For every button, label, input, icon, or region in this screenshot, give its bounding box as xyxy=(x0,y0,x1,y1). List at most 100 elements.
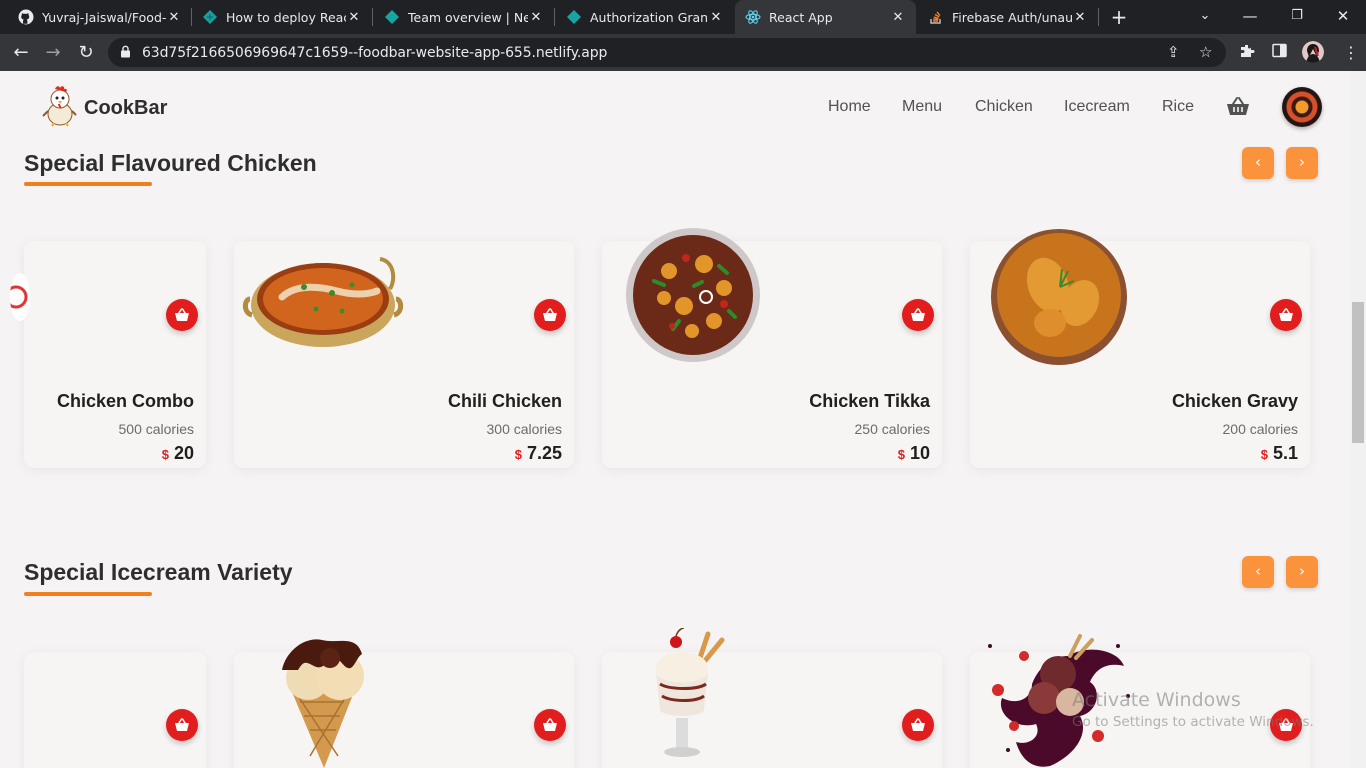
add-to-cart-button[interactable] xyxy=(166,299,198,331)
icecream-cone-image xyxy=(270,630,376,768)
browser-tab-strip: Yuvraj-Jaiswal/Food-D ✕ How to deploy Re… xyxy=(0,0,1366,34)
scroll-right-button[interactable]: › xyxy=(1286,147,1318,179)
item-price: $7.25 xyxy=(515,443,562,464)
close-icon[interactable]: ✕ xyxy=(166,10,182,25)
browser-tab[interactable]: Authorization Granted ✕ xyxy=(556,0,734,34)
item-calories: 300 calories xyxy=(486,421,563,437)
scrollbar-thumb[interactable] xyxy=(1352,302,1364,443)
close-icon[interactable]: ✕ xyxy=(708,10,724,25)
forward-icon[interactable]: → xyxy=(41,41,65,65)
close-icon[interactable]: ✕ xyxy=(890,10,906,25)
netlify-icon xyxy=(566,9,582,25)
minimize-icon[interactable]: — xyxy=(1238,4,1262,28)
watermark-subtitle: Go to Settings to activate Windows. xyxy=(1072,714,1314,730)
browser-tab[interactable]: Team overview | Netlif ✕ xyxy=(374,0,554,34)
browser-tab-active[interactable]: React App ✕ xyxy=(735,0,916,34)
basket-icon xyxy=(911,308,925,321)
side-panel-icon[interactable] xyxy=(1272,43,1287,62)
user-avatar[interactable] xyxy=(1282,87,1322,127)
item-calories: 250 calories xyxy=(854,421,931,437)
back-icon[interactable]: ← xyxy=(9,41,33,65)
shopping-basket-icon[interactable] xyxy=(1226,96,1250,121)
browser-tab[interactable]: Yuvraj-Jaiswal/Food-D ✕ xyxy=(8,0,192,34)
nav-link-rice[interactable]: Rice xyxy=(1162,98,1194,116)
section-title-icecream: Special Icecream Variety xyxy=(24,559,293,585)
section-title-chicken: Special Flavoured Chicken xyxy=(24,150,317,176)
item-name: Chicken Gravy xyxy=(1171,391,1298,411)
menu-item-card: Chicken Combo 500 calories $20 xyxy=(10,241,206,468)
price-value: 10 xyxy=(909,443,930,463)
basket-icon xyxy=(911,718,925,731)
item-price: $5.1 xyxy=(1261,443,1298,464)
chevron-left-icon: ‹ xyxy=(1255,562,1261,580)
add-to-cart-button[interactable] xyxy=(902,299,934,331)
chef-chicken-logo-icon xyxy=(42,85,78,132)
chevron-left-icon: ‹ xyxy=(1255,153,1261,171)
item-name: Chicken Tikka xyxy=(809,391,930,411)
basket-icon xyxy=(1279,308,1293,321)
watermark-title: Activate Windows xyxy=(1072,689,1241,711)
nav-link-chicken[interactable]: Chicken xyxy=(975,98,1033,116)
bookmark-star-icon[interactable]: ☆ xyxy=(1199,43,1212,61)
scroll-left-button[interactable]: ‹ xyxy=(1242,147,1274,179)
item-name: Chicken Combo xyxy=(56,391,194,411)
basket-icon xyxy=(543,308,557,321)
extensions-icon[interactable] xyxy=(1239,43,1255,63)
section-title-underline xyxy=(24,182,152,186)
brand-name: CookBar xyxy=(84,97,168,119)
add-to-cart-button[interactable] xyxy=(166,709,198,741)
tab-title: Firebase Auth/unauth xyxy=(952,9,1072,25)
item-name: Chili Chicken xyxy=(447,391,562,411)
currency-symbol: $ xyxy=(1260,447,1268,462)
tab-title: Yuvraj-Jaiswal/Food-D xyxy=(42,9,166,25)
close-icon[interactable]: ✕ xyxy=(528,10,544,25)
item-calories: 500 calories xyxy=(118,421,195,437)
tab-search-icon[interactable]: ⌄ xyxy=(1193,4,1217,28)
menu-kebab-icon[interactable]: ⋮ xyxy=(1339,41,1363,65)
new-tab-icon[interactable]: + xyxy=(1107,5,1131,29)
netlify-icon xyxy=(384,9,400,25)
profile-avatar[interactable] xyxy=(1302,41,1324,63)
nav-link-menu[interactable]: Menu xyxy=(902,98,942,116)
price-value: 20 xyxy=(173,443,194,463)
add-to-cart-button[interactable] xyxy=(534,299,566,331)
menu-item-card: Chicken Gravy 200 calories $5.1 xyxy=(970,229,1310,468)
window-close-icon[interactable]: ✕ xyxy=(1331,4,1355,28)
share-icon[interactable]: ⇪ xyxy=(1167,43,1180,61)
brand-logo[interactable]: CookBar xyxy=(42,85,167,132)
currency-symbol: $ xyxy=(514,447,522,462)
chevron-right-icon: › xyxy=(1299,153,1305,171)
close-icon[interactable]: ✕ xyxy=(346,10,362,25)
restore-icon[interactable]: ❐ xyxy=(1285,4,1309,28)
tab-title: Authorization Granted xyxy=(590,9,708,25)
price-value: 5.1 xyxy=(1272,443,1298,463)
reload-icon[interactable]: ↻ xyxy=(74,41,98,65)
add-to-cart-button[interactable] xyxy=(902,709,934,741)
sundae-glass-image xyxy=(648,627,732,768)
section-title-underline xyxy=(24,592,152,596)
chicken-tikka-image xyxy=(624,226,762,369)
scroll-left-button[interactable]: ‹ xyxy=(1242,556,1274,588)
add-to-cart-button[interactable] xyxy=(1270,299,1302,331)
address-bar[interactable]: 63d75f2166506969647c1659--foodbar-websit… xyxy=(108,38,1226,67)
browser-tab[interactable]: How to deploy React A ✕ xyxy=(192,0,372,34)
currency-symbol: $ xyxy=(897,447,905,462)
scroll-right-button[interactable]: › xyxy=(1286,556,1318,588)
tab-title: React App xyxy=(769,9,833,25)
site-header: CookBar Home Menu Chicken Icecream Rice xyxy=(0,71,1350,141)
add-to-cart-button[interactable] xyxy=(534,709,566,741)
browser-tab[interactable]: Firebase Auth/unauth ✕ xyxy=(918,0,1098,34)
currency-symbol: $ xyxy=(161,447,169,462)
item-price: $10 xyxy=(898,443,930,464)
close-icon[interactable]: ✕ xyxy=(1072,10,1088,25)
nav-link-icecream[interactable]: Icecream xyxy=(1064,98,1130,116)
menu-item-card: Chicken Tikka 250 calories $10 xyxy=(602,228,942,468)
tab-title: Team overview | Netlif xyxy=(408,9,528,25)
lock-icon[interactable] xyxy=(120,44,131,62)
item-price: $20 xyxy=(162,443,194,464)
menu-item-card xyxy=(602,627,942,768)
basket-icon xyxy=(175,718,189,731)
github-icon xyxy=(18,9,34,25)
nav-link-home[interactable]: Home xyxy=(828,98,871,116)
page-scrollbar[interactable] xyxy=(1350,71,1366,768)
